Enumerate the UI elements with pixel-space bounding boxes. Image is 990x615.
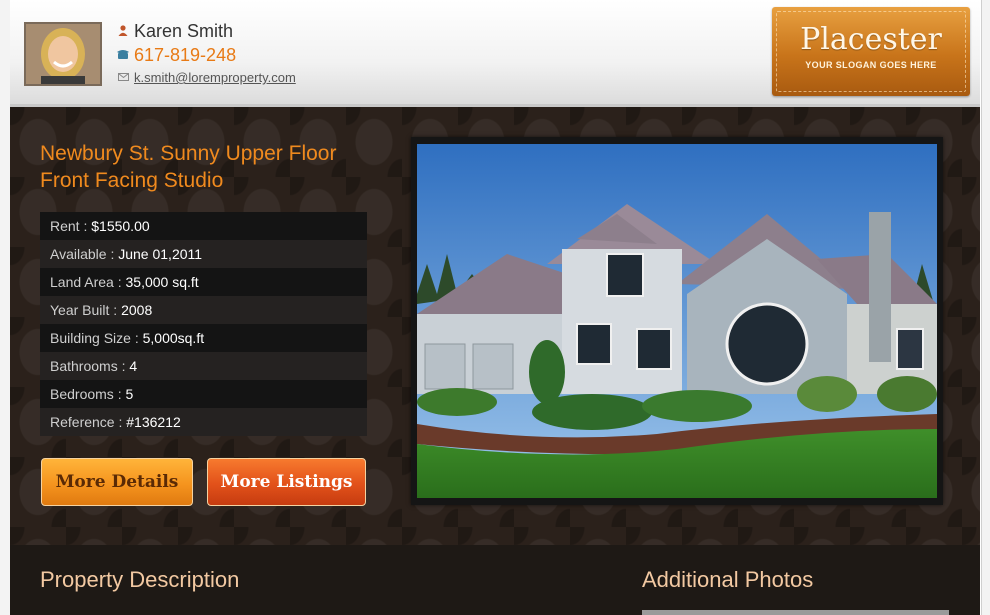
detail-value: June 01,2011 (118, 246, 203, 262)
detail-label: Available : (50, 246, 119, 262)
agent-email-line: k.smith@loremproperty.com (116, 70, 296, 85)
listing-details-table: Rent : $1550.00 Available : June 01,2011… (40, 212, 367, 436)
envelope-icon (116, 72, 130, 84)
detail-value: $1550.00 (91, 218, 150, 234)
detail-row-reference: Reference : #136212 (40, 408, 367, 436)
detail-value: 5,000sq.ft (142, 330, 205, 346)
detail-value: 35,000 sq.ft (125, 274, 199, 290)
detail-row-bedrooms: Bedrooms : 5 (40, 380, 367, 408)
agent-phone[interactable]: 617-819-248 (134, 45, 236, 66)
lower-section: Property Description Additional Photos (10, 545, 980, 615)
agent-name-line: Karen Smith (116, 21, 233, 42)
additional-photos-strip[interactable] (642, 610, 949, 615)
detail-row-year-built: Year Built : 2008 (40, 296, 367, 324)
detail-row-land-area: Land Area : 35,000 sq.ft (40, 268, 367, 296)
more-listings-button[interactable]: More Listings (207, 458, 366, 506)
detail-label: Bathrooms : (50, 358, 130, 374)
header: Karen Smith 617-819-248 k.smith@lorempro… (10, 0, 980, 107)
house-image (417, 144, 937, 498)
listing-hero: Newbury St. Sunny Upper Floor Front Faci… (10, 107, 980, 545)
agent-photo (26, 24, 100, 84)
phone-icon (116, 49, 130, 62)
detail-row-rent: Rent : $1550.00 (40, 212, 367, 240)
detail-label: Year Built : (50, 302, 122, 318)
logo-title: Placester (800, 22, 942, 57)
agent-phone-line: 617-819-248 (116, 45, 236, 66)
more-details-button[interactable]: More Details (41, 458, 193, 506)
main-photo-frame (411, 137, 943, 505)
property-description-heading: Property Description (40, 567, 240, 592)
detail-row-bathrooms: Bathrooms : 4 (40, 352, 367, 380)
agent-name: Karen Smith (134, 21, 234, 41)
additional-photos-heading: Additional Photos (642, 567, 814, 592)
logo-slogan: YOUR SLOGAN GOES HERE (805, 60, 937, 70)
detail-row-building-size: Building Size : 5,000sq.ft (40, 324, 367, 352)
detail-value: #136212 (126, 414, 181, 430)
detail-label: Rent : (50, 218, 92, 234)
detail-value: 4 (129, 358, 138, 374)
detail-label: Bedrooms : (50, 386, 126, 402)
detail-label: Land Area : (50, 274, 126, 290)
listing-title: Newbury St. Sunny Upper Floor Front Faci… (40, 142, 337, 192)
person-icon (116, 24, 130, 39)
detail-label: Building Size : (50, 330, 143, 346)
brand-logo[interactable]: Placester YOUR SLOGAN GOES HERE (772, 7, 970, 96)
detail-label: Reference : (50, 414, 127, 430)
agent-email-link[interactable]: k.smith@loremproperty.com (134, 70, 296, 85)
agent-avatar (24, 22, 102, 86)
detail-row-available: Available : June 01,2011 (40, 240, 367, 268)
main-property-photo[interactable] (417, 144, 937, 498)
detail-value: 2008 (121, 302, 153, 318)
detail-value: 5 (125, 386, 134, 402)
